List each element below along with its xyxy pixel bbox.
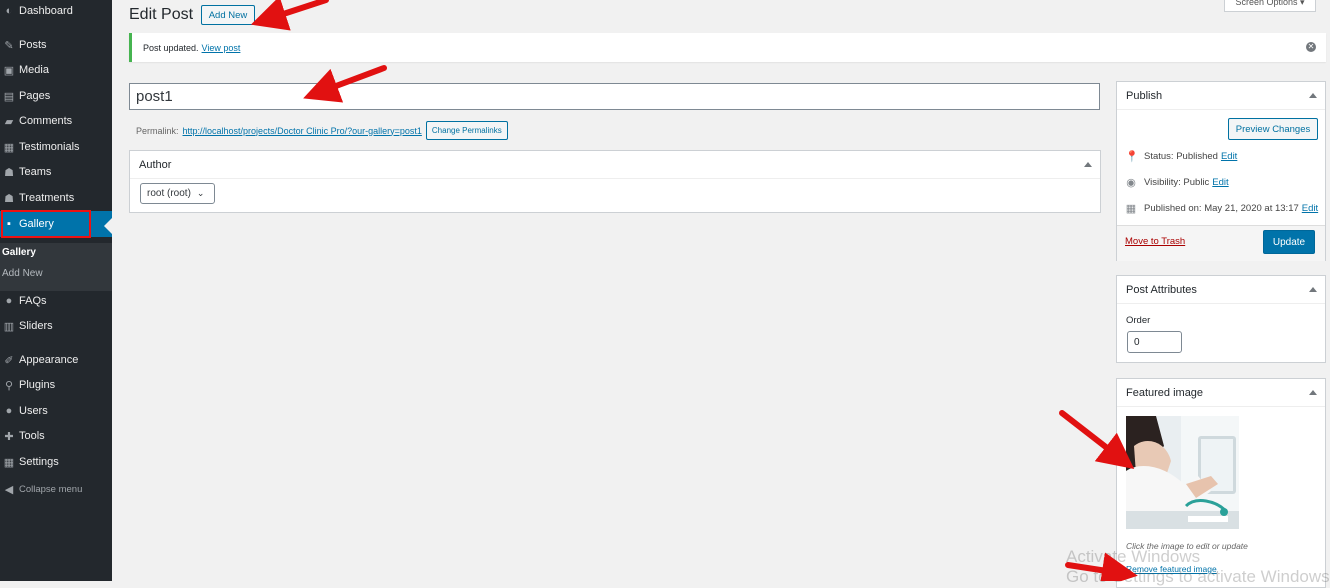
- menu-teams[interactable]: ☗ Teams: [0, 159, 112, 185]
- menu-pages[interactable]: ▤ Pages: [0, 83, 112, 109]
- menu-users[interactable]: ● Users: [0, 398, 112, 424]
- pin-icon: 📍: [1125, 151, 1139, 163]
- permalink-row: Permalink: http://localhost/projects/Doc…: [136, 121, 508, 140]
- permalink-label: Permalink:: [136, 125, 179, 136]
- publish-actions: Move to Trash Update: [1117, 225, 1325, 261]
- active-menu-caret: [104, 218, 112, 234]
- menu-settings[interactable]: ▦ Settings: [0, 449, 112, 475]
- author-box: Author root (root) ⌄: [129, 150, 1101, 213]
- media-icon: ▣: [3, 64, 15, 77]
- teams-icon: ☗: [4, 166, 14, 179]
- collapse-toggle-icon[interactable]: [1309, 287, 1317, 292]
- menu-posts[interactable]: ✎ Posts: [0, 32, 112, 58]
- arrow-to-add-new: [250, 0, 329, 31]
- testimonials-icon: ▦: [3, 141, 15, 154]
- treatments-icon: ☗: [4, 192, 14, 205]
- page-title: Edit Post: [129, 6, 194, 23]
- gallery-highlight-box: [1, 210, 91, 238]
- post-attributes-header[interactable]: Post Attributes: [1117, 276, 1325, 304]
- publish-box-header[interactable]: Publish: [1117, 82, 1325, 110]
- author-value: root (root): [147, 188, 191, 199]
- author-select[interactable]: root (root) ⌄: [140, 183, 215, 204]
- pin-icon: ✎: [4, 39, 14, 52]
- collapse-toggle-icon[interactable]: [1084, 162, 1092, 167]
- featured-image-header[interactable]: Featured image: [1117, 379, 1325, 407]
- activate-windows-watermark: Activate Windows Go to Settings to activ…: [1066, 547, 1330, 586]
- update-button[interactable]: Update: [1263, 230, 1315, 254]
- menu-tools[interactable]: ✚ Tools: [0, 423, 112, 449]
- post-updated-notice: Post updated. View post ✕: [129, 33, 1326, 62]
- menu-comments[interactable]: ▰ Comments: [0, 108, 112, 134]
- author-box-header[interactable]: Author: [130, 151, 1100, 179]
- arrow-to-image: [1059, 410, 1135, 470]
- chevron-down-icon: ⌄: [196, 188, 205, 198]
- menu-treatments[interactable]: ☗ Treatments: [0, 185, 112, 211]
- comments-icon: ▰: [4, 115, 14, 128]
- collapse-icon: ◀: [4, 483, 14, 496]
- screen-options-button[interactable]: Screen Options ▾: [1224, 0, 1316, 12]
- tools-icon: ✚: [4, 430, 14, 443]
- menu-appearance[interactable]: ✐ Appearance: [0, 347, 112, 373]
- pages-icon: ▤: [3, 90, 15, 103]
- post-attributes-heading: Post Attributes: [1126, 283, 1197, 296]
- appearance-icon: ✐: [4, 354, 14, 367]
- menu-sliders[interactable]: ▥ Sliders: [0, 313, 112, 339]
- submenu-gallery[interactable]: Gallery: [2, 247, 36, 258]
- collapse-toggle-icon[interactable]: [1309, 93, 1317, 98]
- featured-image-thumbnail[interactable]: [1126, 416, 1239, 529]
- admin-sidebar: ◐ Dashboard ✎ Posts ▣ Media ▤ Pages ▰ Co…: [0, 0, 112, 581]
- edit-date-link[interactable]: Edit: [1302, 203, 1318, 214]
- post-title-input[interactable]: [129, 83, 1100, 110]
- menu-dashboard[interactable]: ◐ Dashboard: [0, 0, 112, 24]
- order-label: Order: [1126, 315, 1151, 326]
- published-on-row: ▦ Published on: May 21, 2020 at 13:17 Ed…: [1125, 203, 1319, 215]
- featured-image-heading: Featured image: [1126, 386, 1204, 399]
- publish-box: Publish Preview Changes 📍 Status: Publis…: [1116, 81, 1326, 261]
- preview-changes-button[interactable]: Preview Changes: [1228, 118, 1318, 140]
- dashboard-icon: ◐: [5, 5, 13, 17]
- permalink-link[interactable]: http://localhost/projects/Doctor Clinic …: [183, 126, 422, 136]
- users-icon: ●: [5, 405, 13, 417]
- settings-icon: ▦: [3, 456, 15, 469]
- menu-faqs[interactable]: ● FAQs: [0, 288, 112, 314]
- publish-heading: Publish: [1126, 89, 1163, 102]
- visibility-row: ◉ Visibility: Public Edit: [1126, 177, 1229, 189]
- notice-text: Post updated.: [143, 42, 199, 53]
- post-attributes-box: Post Attributes Order 0: [1116, 275, 1326, 363]
- menu-plugins[interactable]: ⚲ Plugins: [0, 372, 112, 398]
- faq-icon: ●: [5, 295, 13, 307]
- gallery-submenu: Gallery Add New: [0, 243, 112, 291]
- menu-testimonials[interactable]: ▦ Testimonials: [0, 134, 112, 160]
- edit-status-link[interactable]: Edit: [1221, 151, 1237, 162]
- author-heading: Author: [139, 158, 172, 171]
- add-new-button[interactable]: Add New: [201, 5, 255, 25]
- submenu-add-new[interactable]: Add New: [2, 268, 43, 279]
- eye-icon: ◉: [1126, 177, 1136, 189]
- sliders-icon: ▥: [3, 320, 15, 333]
- change-permalinks-button[interactable]: Change Permalinks: [425, 121, 508, 140]
- menu-media[interactable]: ▣ Media: [0, 57, 112, 83]
- move-to-trash-link[interactable]: Move to Trash: [1125, 236, 1185, 247]
- calendar-icon: ▦: [1125, 203, 1137, 215]
- collapse-toggle-icon[interactable]: [1309, 390, 1317, 395]
- status-row: 📍 Status: Published Edit: [1125, 151, 1238, 163]
- collapse-menu-button[interactable]: ◀ Collapse menu: [0, 476, 112, 502]
- edit-visibility-link[interactable]: Edit: [1212, 177, 1228, 188]
- plugins-icon: ⚲: [4, 379, 14, 392]
- dismiss-icon[interactable]: ✕: [1306, 42, 1316, 52]
- order-input[interactable]: 0: [1127, 331, 1182, 353]
- view-post-link[interactable]: View post: [202, 43, 241, 53]
